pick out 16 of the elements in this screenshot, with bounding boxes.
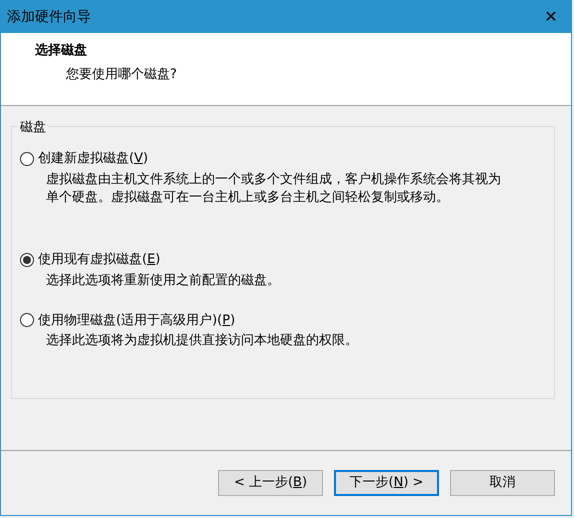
close-button[interactable]: ✕ (531, 1, 571, 33)
radio-button[interactable] (20, 313, 34, 328)
radio-button[interactable] (20, 252, 34, 267)
wizard-button[interactable]: < 上一步(B) (218, 470, 323, 496)
page-title: 选择磁盘 (35, 42, 88, 60)
window-title: 添加硬件向导 (7, 8, 91, 26)
option-description: 选择此选项将重新使用之前配置的磁盘。 (45, 272, 281, 290)
option-label[interactable]: 创建新虚拟磁盘(V) (38, 149, 148, 168)
option-description: 选择此选项将为虚拟机提供直接访问本地硬盘的权限。 (45, 332, 359, 350)
wizard-button[interactable]: 取消 (450, 470, 555, 496)
option-description: 虚拟磁盘由主机文件系统上的一个或多个文件组成，客户机操作系统会将其视为单个硬盘。虚拟磁盘可在一台主机上或多台主机之间轻松复制或移动。 (45, 170, 502, 208)
option-label[interactable]: 使用现有虚拟磁盘(E) (38, 250, 160, 270)
option-label[interactable]: 使用物理磁盘(适用于高级用户)(P) (38, 310, 236, 330)
wizard-button[interactable]: 下一步(N) > (334, 470, 439, 496)
radio-button[interactable] (20, 152, 34, 166)
page-subtitle: 您要使用哪个磁盘? (65, 66, 178, 84)
